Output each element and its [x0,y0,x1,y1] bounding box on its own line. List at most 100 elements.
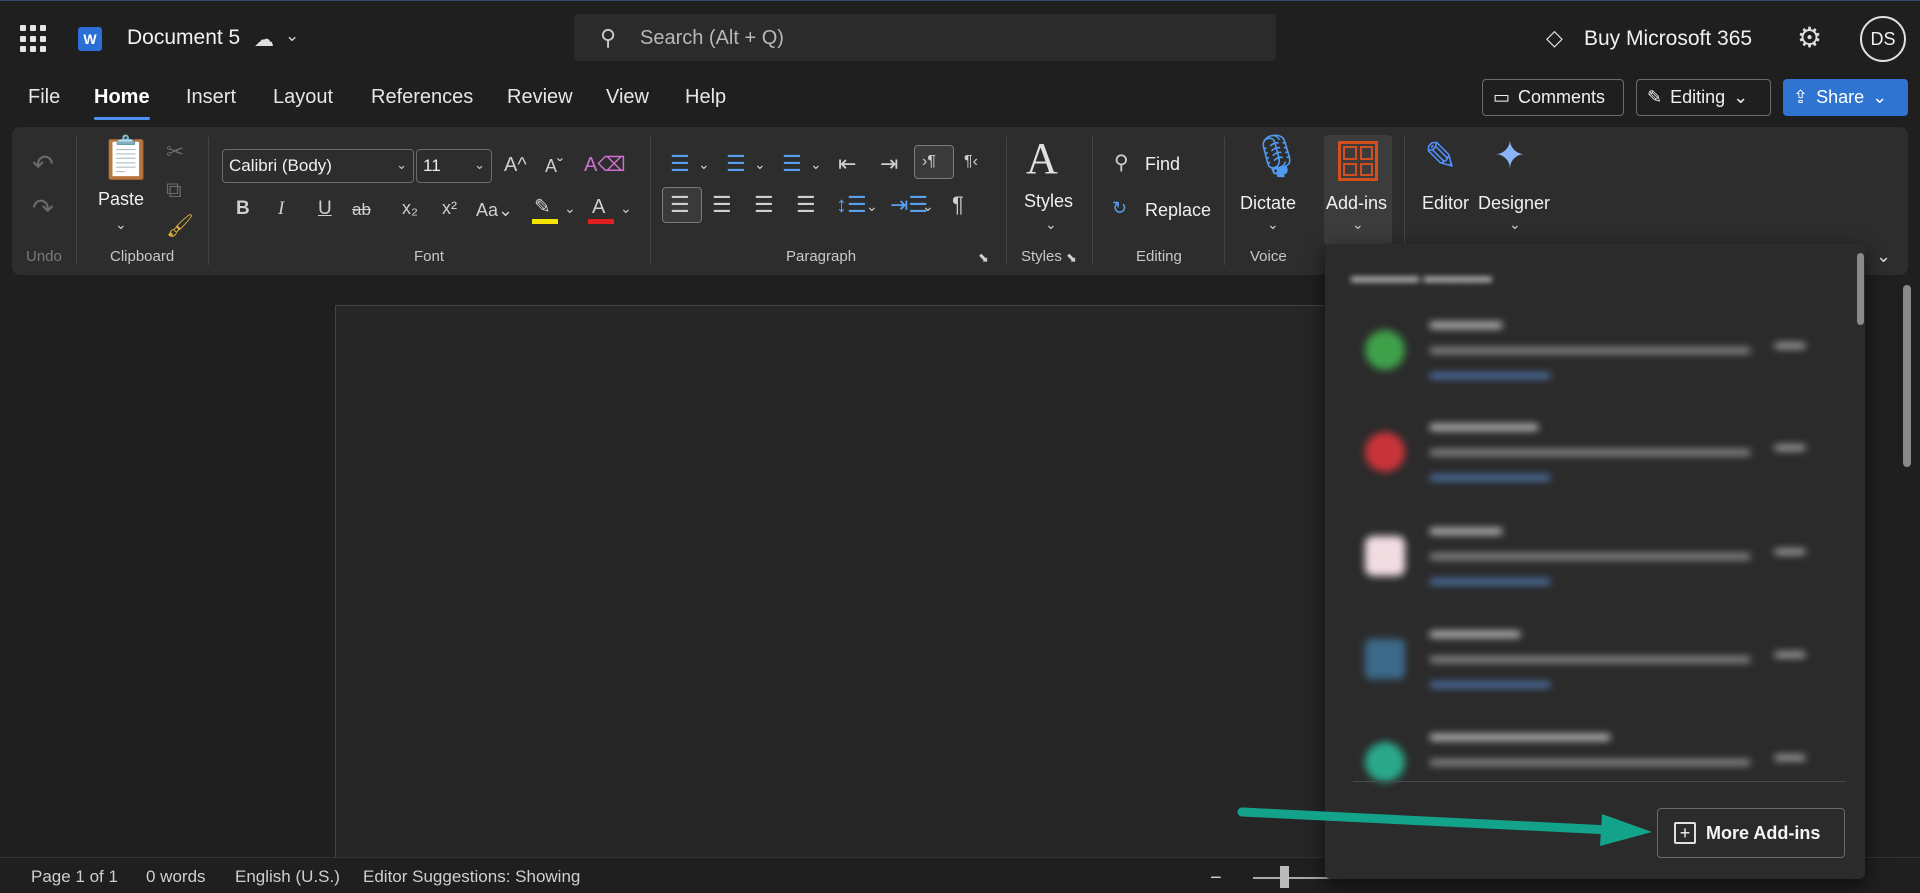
replace-button[interactable]: Replace [1145,200,1211,221]
cloud-saved-icon[interactable]: ☁ [254,27,274,52]
rtl-paragraph-icon[interactable]: ¶‹ [964,154,978,170]
format-painter-icon[interactable]: 🖌 [166,215,194,237]
tab-home[interactable]: Home [94,86,150,120]
bullets-icon[interactable]: ☰ [670,153,690,175]
paste-icon[interactable]: 📋 [100,137,152,179]
addin-add-button[interactable]: ▬▬ [1775,335,1805,352]
tab-review[interactable]: Review [507,86,573,109]
addin-item[interactable]: ▬▬▬▬▬ ▬▬▬▬▬▬▬▬▬▬▬▬▬▬▬▬▬▬▬▬ ▬▬▬▬▬▬▬▬ ▬▬ [1355,619,1815,709]
editor-icon[interactable]: ✎ [1424,137,1458,177]
show-paragraph-marks-icon[interactable]: ¶ [952,194,964,216]
align-center-icon[interactable]: ☰ [712,194,732,216]
chevron-down-icon[interactable]: ⌄ [866,199,878,213]
tab-view[interactable]: View [606,86,649,109]
document-title[interactable]: Document 5 [127,26,240,50]
tab-insert[interactable]: Insert [186,86,236,109]
comments-button[interactable]: ▭ Comments [1482,79,1624,116]
dialog-launcher-icon[interactable]: ⬊ [1066,251,1077,264]
avatar[interactable]: DS [1860,16,1906,62]
ribbon-collapse-chevron-icon[interactable]: ⌄ [1876,246,1891,267]
chevron-down-icon[interactable]: ⌄ [1267,217,1279,231]
numbering-icon[interactable]: ☰ [726,153,746,175]
document-page[interactable] [335,305,1435,865]
align-right-icon[interactable]: ☰ [754,194,774,216]
multilevel-list-icon[interactable]: ☰ [782,153,802,175]
find-button[interactable]: Find [1145,154,1180,175]
font-size-dropdown[interactable]: 11 ⌄ [416,149,492,183]
language-status[interactable]: English (U.S.) [235,867,340,887]
dialog-launcher-icon[interactable]: ⬊ [978,251,989,264]
decrease-indent-icon[interactable]: ⇤ [838,153,856,175]
share-button[interactable]: ⇪ Share ⌄ [1783,79,1908,116]
editing-mode-button[interactable]: ✎ Editing ⌄ [1636,79,1771,116]
font-color-icon[interactable]: A [592,197,605,217]
more-addins-button[interactable]: + More Add-ins [1657,808,1845,858]
chevron-down-icon[interactable]: ⌄ [115,217,127,231]
search-input[interactable]: Search (Alt + Q) [640,27,784,50]
tab-references[interactable]: References [371,86,473,109]
word-count[interactable]: 0 words [146,867,206,887]
undo-icon[interactable]: ↶ [32,151,54,177]
zoom-slider-thumb[interactable] [1280,866,1289,888]
cut-icon[interactable]: ✂ [166,141,184,163]
vertical-scrollbar[interactable] [1903,285,1911,467]
addin-item[interactable]: ▬▬▬▬▬▬▬▬▬▬ ▬▬▬▬▬▬▬▬▬▬▬▬▬▬▬▬▬▬▬▬ ▬▬ [1355,722,1815,782]
chevron-down-icon[interactable]: ⌄ [810,157,822,171]
copy-icon[interactable]: ⧉ [166,179,182,201]
grow-font-icon[interactable]: A^ [504,155,527,175]
chevron-down-icon[interactable]: ⌄ [564,201,576,215]
addin-item[interactable]: ▬▬▬▬▬▬ ▬▬▬▬▬▬▬▬▬▬▬▬▬▬▬▬▬▬▬▬ ▬▬▬▬▬▬▬▬ ▬▬ [1355,412,1815,502]
designer-button[interactable]: Designer [1478,193,1550,214]
bold-icon[interactable]: B [236,199,250,218]
addin-add-button[interactable]: ▬▬ [1775,644,1805,661]
underline-icon[interactable]: U [318,199,332,218]
app-launcher-icon[interactable] [20,25,48,53]
font-name-dropdown[interactable]: Calibri (Body) ⌄ [222,149,414,183]
microphone-icon[interactable]: 🎙 [1250,135,1303,177]
redo-icon[interactable]: ↷ [32,195,54,221]
addin-item[interactable]: ▬▬▬▬ ▬▬▬▬▬▬▬▬▬▬▬▬▬▬▬▬▬▬▬▬ ▬▬▬▬▬▬▬▬ ▬▬ [1355,310,1815,400]
addin-link-blurred[interactable]: ▬▬▬▬▬▬▬▬ [1430,467,1550,484]
increase-indent-icon[interactable]: ⇥ [880,153,898,175]
tab-help[interactable]: Help [685,86,726,109]
change-case-icon[interactable]: Aa⌄ [476,201,513,219]
chevron-down-icon[interactable]: ⌄ [698,157,710,171]
styles-icon[interactable]: A [1026,137,1058,181]
addin-link-blurred[interactable]: ▬▬▬▬▬▬▬▬ [1430,571,1550,588]
editor-button[interactable]: Editor [1422,193,1469,214]
page-count[interactable]: Page 1 of 1 [31,867,118,887]
dictate-button[interactable]: Dictate [1240,193,1296,214]
strikethrough-icon[interactable]: ab [352,201,371,218]
addin-link-blurred[interactable]: ▬▬▬▬▬▬▬▬ [1430,365,1550,382]
chevron-down-icon[interactable]: ⌄ [1509,217,1521,231]
editor-suggestions-status[interactable]: Editor Suggestions: Showing [363,867,580,887]
shrink-font-icon[interactable]: Aˇ [545,157,563,175]
addin-add-button[interactable]: ▬▬ [1775,747,1805,764]
gear-icon[interactable]: ⚙ [1797,21,1822,54]
chevron-down-icon[interactable]: ⌄ [922,199,934,213]
zoom-slider[interactable] [1253,877,1333,879]
line-spacing-icon[interactable]: ↕☰ [836,194,867,216]
justify-icon[interactable]: ☰ [796,194,816,216]
superscript-icon[interactable]: x² [442,199,457,217]
highlighter-icon[interactable]: ✎ [534,197,551,217]
chevron-down-icon[interactable]: ⌄ [754,157,766,171]
addin-link-blurred[interactable]: ▬▬▬▬▬▬▬▬ [1430,674,1550,691]
chevron-down-icon[interactable]: ⌄ [285,26,299,46]
tab-file[interactable]: File [28,86,60,109]
chevron-down-icon[interactable]: ⌄ [620,201,632,215]
zoom-out-icon[interactable]: − [1210,867,1222,890]
clear-formatting-icon[interactable]: A⌫ [584,155,626,175]
diamond-icon[interactable]: ◇ [1546,25,1563,51]
tab-layout[interactable]: Layout [273,86,333,109]
panel-scrollbar[interactable] [1857,253,1864,325]
styles-button[interactable]: Styles [1024,191,1073,212]
buy-microsoft-365-link[interactable]: Buy Microsoft 365 [1584,27,1752,51]
addin-add-button[interactable]: ▬▬ [1775,541,1805,558]
designer-icon[interactable]: ✦ [1494,137,1526,175]
addin-item[interactable]: ▬▬▬▬ ▬▬▬▬▬▬▬▬▬▬▬▬▬▬▬▬▬▬▬▬ ▬▬▬▬▬▬▬▬ ▬▬ [1355,516,1815,606]
addin-add-button[interactable]: ▬▬ [1775,437,1805,454]
chevron-down-icon[interactable]: ⌄ [1045,217,1057,231]
italic-icon[interactable]: I [278,199,284,218]
subscript-icon[interactable]: x₂ [402,199,418,217]
